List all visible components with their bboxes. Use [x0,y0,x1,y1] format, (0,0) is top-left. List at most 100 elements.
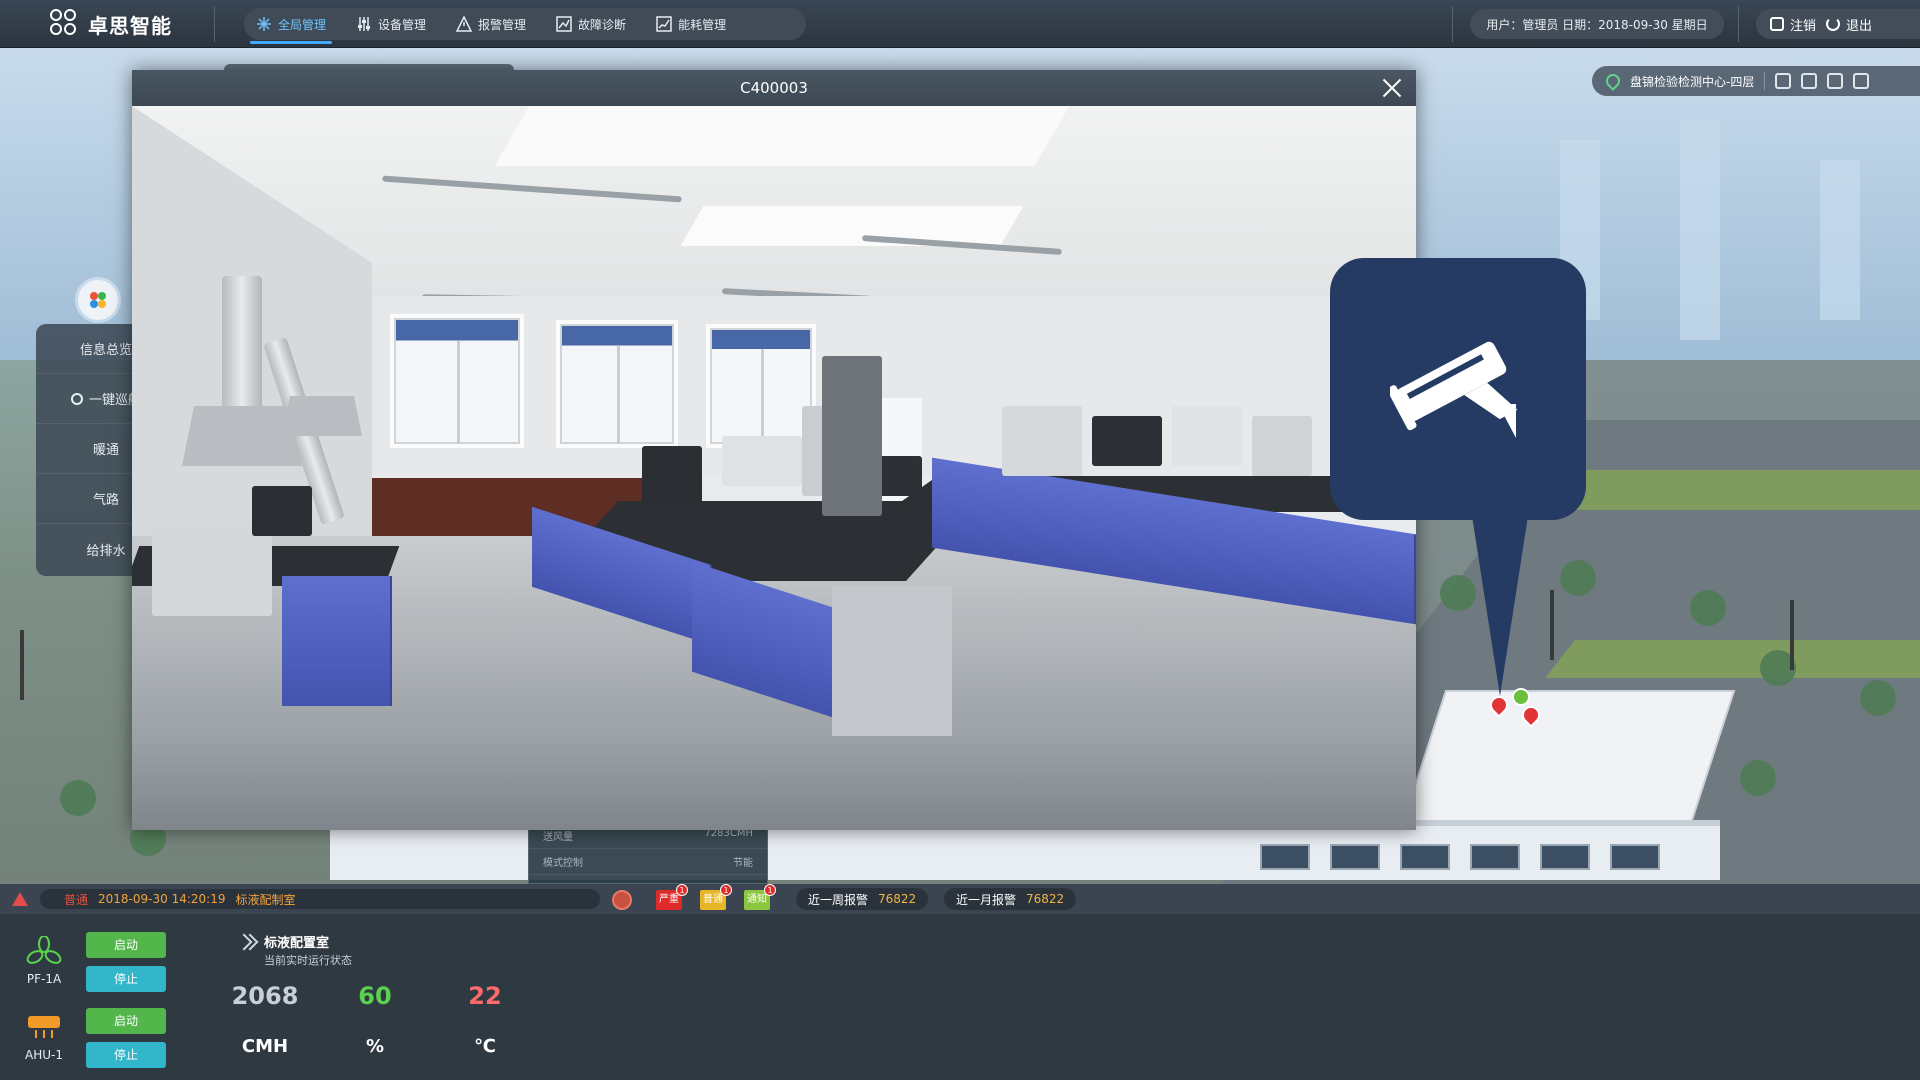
panel-value: 7283CMH [704,828,753,839]
stat-label: 近一周报警 [808,892,869,907]
building-icon[interactable] [1801,73,1818,89]
camera-marker-pointer [1472,516,1528,696]
photo-beam [680,206,1024,246]
pf-1a-start-button[interactable]: 启动 [86,932,166,958]
sliders-icon [356,16,372,32]
modal-title: C400003 [740,79,808,97]
badge-count: 1 [720,884,732,896]
exit-button[interactable]: 退出 [1826,15,1872,34]
humidity-unit: % [365,1036,385,1057]
nav-global-management[interactable]: 全局管理 [249,8,333,44]
trend-chart-icon [556,16,572,32]
weekly-alarm-stat[interactable]: 近一周报警 76822 [796,888,929,910]
air-handler-icon [26,1012,62,1042]
badge-label: 普通 [703,894,723,905]
stat-count: 76822 [1026,892,1065,906]
building-window [1610,844,1660,870]
scene-tree [60,780,96,816]
top-navigation-bar: 卓思智能 全局管理 设备管理 报警管理 故障诊断 能耗管理 用户：管理员 日期：… [0,0,1920,48]
building-window [1260,844,1310,870]
room-title: 标液配置室 [264,936,330,951]
latest-alarm[interactable]: 普通 2018-09-30 14:20:19 标液配制室 [40,889,600,909]
building-window [1470,844,1520,870]
device-name: AHU-1 [25,1048,63,1062]
nav-label: 能耗管理 [678,17,727,32]
notice-alarm-button[interactable]: 通知 1 [744,884,776,910]
device-name: PF-1A [26,972,62,986]
panel-label: 送风量 [543,832,573,843]
divider [214,6,215,42]
panel-value[interactable]: 节能 [733,854,753,869]
photo-equipment [152,526,272,616]
scene-tree [1740,760,1776,796]
badge-count: 1 [676,884,688,896]
scene-lamp [1550,590,1554,660]
divider [1452,6,1453,42]
temperature-unit: ℃ [474,1036,496,1057]
logo-icon [50,9,80,39]
nav-label: 故障诊断 [578,17,627,32]
ahu-1-start-button[interactable]: 启动 [86,1008,166,1034]
temperature-value: 22 [468,982,502,1010]
photo-window [556,320,678,448]
camera-snapshot [132,106,1416,830]
photo-island-end [832,586,952,736]
top-actions: 注销 退出 [1756,9,1920,39]
photo-equipment [1172,406,1242,466]
ahu-1-stop-button[interactable]: 停止 [86,1042,166,1068]
warning-icon [12,892,28,906]
room-subtitle: 当前实时运行状态 [264,954,352,967]
nav-alarm-management[interactable]: 报警管理 [455,8,527,40]
side-item-label: 暖通 [92,443,119,458]
home-icon[interactable] [1853,73,1870,89]
device-pf-1a[interactable]: PF-1A [14,935,74,986]
panel-label: 模式控制 [543,858,583,869]
view-toggle-icon[interactable] [1775,73,1792,89]
monthly-alarm-stat[interactable]: 近一月报警 76822 [944,888,1077,910]
nav-energy-management[interactable]: 能耗管理 [656,8,726,40]
scene-tower [1680,120,1720,340]
photo-duct [222,276,262,426]
app-launcher-icon[interactable] [78,280,118,320]
brand-logo[interactable]: 卓思智能 [50,9,172,39]
nav-label: 设备管理 [378,17,427,32]
severe-alarm-button[interactable]: 严重 1 [656,884,688,910]
fan-icon [26,935,62,966]
nav-label: 全局管理 [278,17,327,32]
side-item-label: 信息总览 [79,343,132,358]
modal-header: C400003 [132,70,1416,106]
photo-bench-drawers [282,576,392,706]
logout-label: 注销 [1790,18,1817,34]
photo-equipment [1252,416,1312,476]
alarm-status-bar: 普通 2018-09-30 14:20:19 标液配制室 严重 1 普通 1 通… [0,884,1920,914]
logout-button[interactable]: 注销 [1770,15,1816,34]
brand-name: 卓思智能 [88,13,172,38]
nav-fault-diagnosis[interactable]: 故障诊断 [556,8,626,40]
camera-modal: C400003 [132,70,1416,830]
alarm-bell-icon[interactable] [612,890,632,910]
photo-equipment [642,446,702,506]
nav-label: 报警管理 [478,17,527,32]
energy-chart-icon [656,16,672,32]
photo-equipment [1002,406,1082,476]
close-icon[interactable] [1380,76,1404,100]
side-item-label: 气路 [92,493,119,508]
warning-triangle-icon [455,15,473,32]
scene-lamp [1790,600,1794,670]
humidity-value: 60 [358,982,392,1010]
power-icon [1826,17,1841,31]
normal-alarm-button[interactable]: 普通 1 [700,884,732,910]
upload-icon[interactable] [1827,73,1844,89]
airflow-value: 2068 [231,982,299,1010]
alarm-time: 2018-09-30 14:20:19 [98,892,226,906]
divider [1764,72,1766,90]
device-ahu-1[interactable]: AHU-1 [14,1012,74,1062]
photo-equipment [252,486,312,536]
scene-tree [1860,680,1896,716]
side-item-label: 给排水 [86,543,126,559]
pf-1a-stop-button[interactable]: 停止 [86,966,166,992]
building-name[interactable]: 盘锦检验检测中心-四层 [1630,73,1754,90]
alarm-level: 普通 [64,892,89,907]
nav-device-management[interactable]: 设备管理 [356,8,426,40]
security-camera-icon [1387,322,1530,452]
